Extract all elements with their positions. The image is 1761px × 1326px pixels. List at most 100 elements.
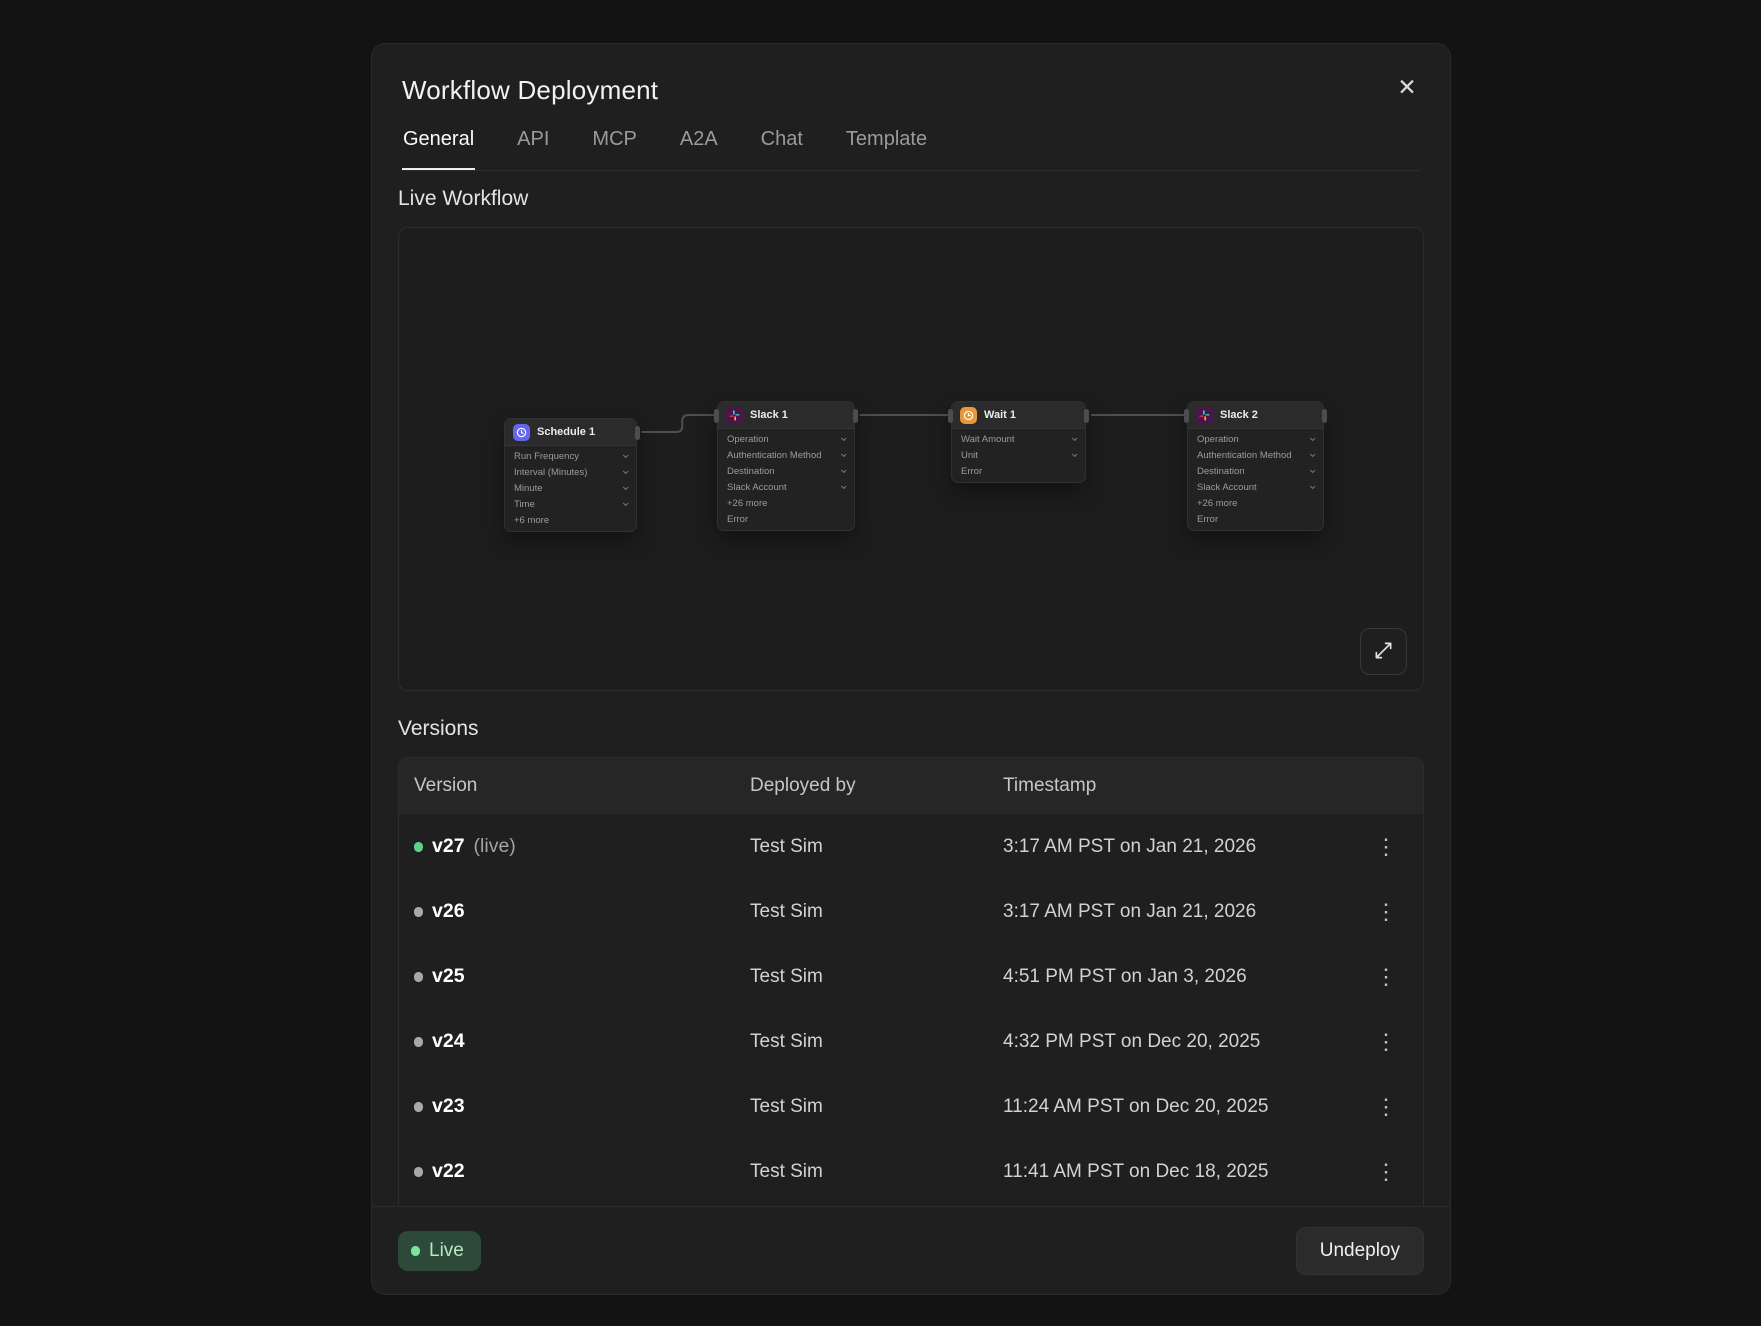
tab-mcp[interactable]: MCP [591, 128, 637, 170]
node-title: Slack 1 [750, 409, 788, 421]
timestamp-cell: 4:32 PM PST on Dec 20, 2025 [1003, 1031, 1364, 1053]
node-field: Error [1188, 511, 1323, 527]
right-port-handle [1322, 409, 1327, 423]
chevron-down-icon [1310, 451, 1316, 457]
right-port-handle [635, 426, 640, 440]
close-icon: ✕ [1397, 74, 1416, 101]
tab-general[interactable]: General [402, 128, 475, 170]
live-status-label: Live [429, 1240, 464, 1262]
row-menu-kebab-icon[interactable]: ⋮ [1364, 1025, 1408, 1059]
chevron-down-icon [623, 484, 629, 490]
node-body: Operation Authentication Method Destinatio… [1188, 429, 1323, 530]
node-body: Run FrequencyInterval (Minutes)MinuteTim… [505, 446, 636, 531]
tab-a2a[interactable]: A2A [679, 128, 719, 170]
version-row-v25: v25Test Sim4:51 PM PST on Jan 3, 2026⋮ [399, 944, 1423, 1009]
row-menu-kebab-icon[interactable]: ⋮ [1364, 960, 1408, 994]
node-field-label: Operation [1197, 434, 1239, 445]
tab-chat[interactable]: Chat [760, 128, 804, 170]
version-row-v26: v26Test Sim3:17 AM PST on Jan 21, 2026⋮ [399, 879, 1423, 944]
expand-button[interactable] [1360, 628, 1407, 675]
node-field-label: +26 more [1197, 498, 1237, 509]
modal-content: Live Workflow Schedule 1 Run FrequencyInt… [372, 171, 1450, 1206]
node-field: Minute [505, 480, 636, 496]
workflow-node-slack-1[interactable]: Slack 1 OperationAuthentication MethodDes… [717, 401, 855, 531]
chevron-down-icon [623, 452, 629, 458]
node-field-label: Minute [514, 483, 543, 494]
versions-heading: Versions [398, 717, 1424, 741]
version-label: v22 [432, 1160, 750, 1183]
deployed-by-cell: Test Sim [750, 836, 1003, 858]
node-field: Run Frequency [505, 448, 636, 464]
row-menu-kebab-icon[interactable]: ⋮ [1364, 830, 1408, 864]
chevron-down-icon [1310, 483, 1316, 489]
node-field: Destination [1188, 463, 1323, 479]
node-field-label: Time [514, 499, 535, 510]
chevron-down-icon [841, 467, 847, 473]
undeploy-button[interactable]: Undeploy [1296, 1227, 1424, 1275]
deployed-by-cell: Test Sim [750, 901, 1003, 923]
node-field: Wait Amount [952, 431, 1085, 447]
node-field: Time [505, 496, 636, 512]
column-header-deployed-by: Deployed by [750, 775, 1003, 797]
tab-template[interactable]: Template [845, 128, 928, 170]
node-field-label: +6 more [514, 515, 549, 526]
slack-icon [1196, 407, 1213, 424]
workflow-node-wait-1[interactable]: Wait 1Wait AmountUnitError [951, 401, 1086, 483]
row-menu-kebab-icon[interactable]: ⋮ [1364, 1090, 1408, 1124]
version-label: v27(live) [432, 835, 750, 858]
node-field: Operation [718, 431, 854, 447]
chevron-down-icon [841, 435, 847, 441]
node-field: Authentication Method [1188, 447, 1323, 463]
versions-table: Version Deployed by Timestamp v27(live)T… [398, 757, 1424, 1206]
row-menu-kebab-icon[interactable]: ⋮ [1364, 1155, 1408, 1189]
node-field: Error [718, 511, 854, 527]
workflow-canvas[interactable]: Schedule 1 Run FrequencyInterval (Minutes… [398, 227, 1424, 691]
live-status-badge: Live [398, 1231, 481, 1271]
versions-table-body: v27(live)Test Sim3:17 AM PST on Jan 21, … [399, 814, 1423, 1204]
version-label: v25 [432, 965, 750, 988]
node-field: +26 more [1188, 495, 1323, 511]
version-row-v22: v22Test Sim11:41 AM PST on Dec 18, 2025⋮ [399, 1139, 1423, 1204]
close-button[interactable]: ✕ [1390, 70, 1424, 104]
tab-api[interactable]: API [516, 128, 550, 170]
node-title: Schedule 1 [537, 426, 595, 438]
node-field: Slack Account [718, 479, 854, 495]
left-port-handle [714, 409, 719, 423]
node-field: +6 more [505, 512, 636, 528]
live-workflow-heading: Live Workflow [398, 187, 1424, 211]
version-label: v26 [432, 900, 750, 923]
chevron-down-icon [841, 483, 847, 489]
timestamp-cell: 11:24 AM PST on Dec 20, 2025 [1003, 1096, 1364, 1118]
node-field: Destination [718, 463, 854, 479]
node-body: OperationAuthentication MethodDestinatio… [718, 429, 854, 530]
node-header: Schedule 1 [505, 419, 636, 446]
node-field-label: +26 more [727, 498, 767, 509]
timestamp-cell: 3:17 AM PST on Jan 21, 2026 [1003, 901, 1364, 923]
version-label: v23 [432, 1095, 750, 1118]
left-port-handle [948, 409, 953, 423]
slack-icon [726, 407, 743, 424]
deployed-by-cell: Test Sim [750, 1031, 1003, 1053]
version-row-v23: v23Test Sim11:24 AM PST on Dec 20, 2025⋮ [399, 1074, 1423, 1139]
column-header-version: Version [414, 775, 750, 797]
node-field: Unit [952, 447, 1085, 463]
workflow-node-slack-2[interactable]: Slack 2 Operation Authentication Method Des… [1187, 401, 1324, 531]
row-menu-kebab-icon[interactable]: ⋮ [1364, 895, 1408, 929]
node-field-label: Authentication Method [1197, 450, 1292, 461]
timestamp-cell: 4:51 PM PST on Jan 3, 2026 [1003, 966, 1364, 988]
node-field: Operation [1188, 431, 1323, 447]
node-field-label: Operation [727, 434, 769, 445]
deployed-by-cell: Test Sim [750, 1161, 1003, 1183]
workflow-node-schedule-1[interactable]: Schedule 1 Run FrequencyInterval (Minutes… [504, 418, 637, 532]
node-header: Slack 2 [1188, 402, 1323, 429]
chevron-down-icon [1310, 435, 1316, 441]
right-port-handle [853, 409, 858, 423]
node-field-label: Slack Account [727, 482, 787, 493]
chevron-down-icon [841, 451, 847, 457]
chevron-down-icon [1072, 435, 1078, 441]
deployed-by-cell: Test Sim [750, 1096, 1003, 1118]
live-suffix: (live) [474, 835, 516, 857]
workflow-edge [642, 415, 713, 432]
version-dot-icon [414, 1167, 423, 1177]
node-field-label: Wait Amount [961, 434, 1015, 445]
